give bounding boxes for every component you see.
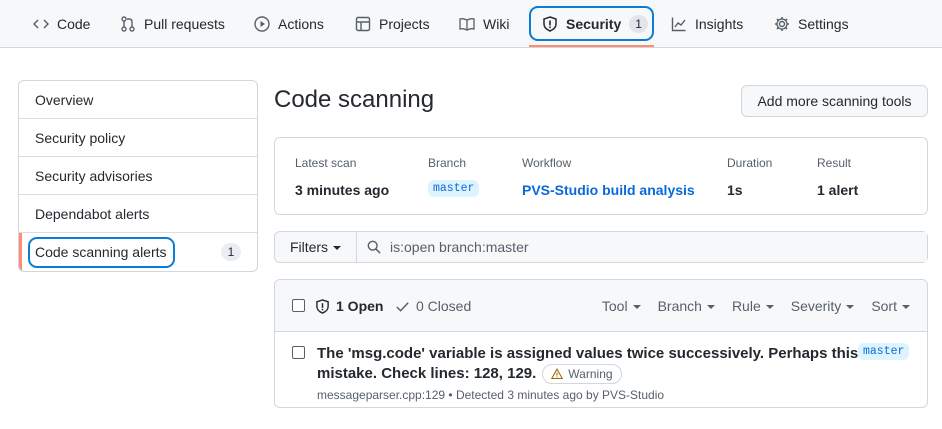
- alerts-list: 1 Open 0 Closed Tool Branch Rule Severit…: [274, 279, 928, 408]
- alert-checkbox[interactable]: [292, 346, 305, 359]
- sidebar-item-overview[interactable]: Overview: [19, 81, 257, 119]
- sidebar-item-label: Security advisories: [35, 167, 153, 184]
- table-icon: [355, 16, 371, 32]
- book-icon: [459, 16, 475, 32]
- result-label: Result: [817, 156, 852, 170]
- duration-value: 1s: [727, 182, 743, 198]
- filters-button[interactable]: Filters: [275, 232, 357, 262]
- gear-icon: [774, 16, 790, 32]
- shield-icon: [315, 298, 330, 314]
- rule-menu-label: Rule: [731, 298, 761, 314]
- alert-title-block: The 'msg.code' variable is assigned valu…: [317, 344, 907, 385]
- search-icon: [367, 240, 381, 254]
- alert-filter-menus: Tool Branch Rule Severity Sort: [602, 298, 910, 314]
- duration-label: Duration: [727, 156, 773, 170]
- severity-menu-label: Severity: [790, 298, 842, 314]
- graph-icon: [671, 16, 687, 32]
- active-tab-underline: [529, 45, 654, 47]
- tab-actions-label: Actions: [278, 15, 324, 32]
- branch-menu-label: Branch: [657, 298, 702, 314]
- open-alerts-label: 1 Open: [336, 298, 384, 314]
- tab-wiki[interactable]: Wiki: [459, 0, 509, 47]
- workflow-link[interactable]: PVS-Studio build analysis: [522, 182, 695, 198]
- sidebar-item-label: Overview: [35, 91, 94, 108]
- latest-scan-label: Latest scan: [295, 156, 357, 170]
- sort-menu[interactable]: Sort: [871, 298, 910, 314]
- tab-wiki-label: Wiki: [483, 15, 510, 32]
- filter-bar: Filters is:open branch:master: [274, 231, 928, 263]
- tab-code[interactable]: Code: [33, 0, 90, 47]
- tab-insights-label: Insights: [695, 15, 744, 32]
- code-scanning-counter: 1: [221, 243, 241, 261]
- security-highlight-ring: [529, 6, 654, 41]
- alert-row: The 'msg.code' variable is assigned valu…: [275, 332, 927, 407]
- tool-menu-label: Tool: [601, 298, 628, 314]
- tool-menu[interactable]: Tool: [602, 298, 641, 314]
- branch-column: Branch master: [428, 156, 480, 197]
- chevron-down-icon: [765, 305, 774, 309]
- closed-alerts-filter[interactable]: 0 Closed: [395, 298, 471, 314]
- severity-label: Warning: [568, 367, 613, 382]
- closed-alerts-label: 0 Closed: [416, 298, 472, 314]
- tab-projects-label: Projects: [379, 15, 430, 32]
- chevron-down-icon: [632, 305, 641, 309]
- tab-settings[interactable]: Settings: [774, 0, 849, 47]
- duration-column: Duration 1s: [727, 156, 772, 198]
- latest-scan-column: Latest scan 3 minutes ago: [295, 156, 389, 198]
- rule-menu[interactable]: Rule: [732, 298, 774, 314]
- tab-actions[interactable]: Actions: [254, 0, 324, 47]
- alert-meta: messageparser.cpp:129 • Detected 3 minut…: [317, 388, 665, 402]
- branch-label: Branch: [428, 156, 467, 170]
- tab-insights[interactable]: Insights: [671, 0, 743, 47]
- tab-code-label: Code: [57, 15, 91, 32]
- alert-branch-pill[interactable]: master: [858, 343, 910, 360]
- sidebar-item-label: Security policy: [35, 129, 126, 146]
- latest-scan-value: 3 minutes ago: [295, 182, 390, 198]
- latest-scan-summary: Latest scan 3 minutes ago Branch master …: [274, 137, 928, 215]
- branch-pill[interactable]: master: [428, 180, 480, 197]
- tab-settings-label: Settings: [798, 15, 849, 32]
- repo-nav: Code Pull requests Actions Projects Wiki…: [0, 0, 942, 48]
- select-all-checkbox[interactable]: [292, 299, 305, 312]
- severity-menu[interactable]: Severity: [791, 298, 855, 314]
- code-icon: [33, 16, 49, 32]
- alerts-list-header: 1 Open 0 Closed Tool Branch Rule Severit…: [275, 280, 927, 332]
- chevron-down-icon: [902, 305, 910, 309]
- tab-projects[interactable]: Projects: [355, 0, 430, 47]
- sidebar-item-security-advisories[interactable]: Security advisories: [19, 157, 257, 195]
- tab-pull-requests[interactable]: Pull requests: [120, 0, 225, 47]
- page-title: Code scanning: [274, 86, 435, 113]
- sidebar-item-security-policy[interactable]: Security policy: [19, 119, 257, 157]
- alert-search-input[interactable]: is:open branch:master: [357, 232, 927, 262]
- add-scanning-tools-button[interactable]: Add more scanning tools: [741, 85, 928, 117]
- tab-pull-requests-label: Pull requests: [144, 15, 225, 32]
- alert-triangle-icon: [551, 368, 564, 380]
- chevron-down-icon: [706, 305, 715, 309]
- workflow-column: Workflow PVS-Studio build analysis: [522, 156, 695, 198]
- pull-request-icon: [120, 15, 136, 32]
- sidebar-item-dependabot-alerts[interactable]: Dependabot alerts: [19, 195, 257, 233]
- result-value: 1 alert: [817, 182, 859, 198]
- open-alerts-filter[interactable]: 1 Open: [315, 298, 383, 314]
- workflow-label: Workflow: [522, 156, 572, 170]
- result-column: Result 1 alert: [817, 156, 858, 198]
- search-query: is:open branch:master: [390, 239, 529, 255]
- chevron-down-icon: [333, 246, 342, 250]
- sidebar-highlight-ring: [28, 237, 175, 268]
- branch-menu[interactable]: Branch: [658, 298, 715, 314]
- play-icon: [254, 15, 270, 32]
- severity-badge: Warning: [542, 364, 622, 385]
- check-icon: [395, 299, 410, 314]
- chevron-down-icon: [846, 305, 855, 309]
- sort-menu-label: Sort: [871, 298, 897, 314]
- filters-label: Filters: [289, 239, 329, 255]
- sidebar-item-label: Dependabot alerts: [35, 205, 150, 222]
